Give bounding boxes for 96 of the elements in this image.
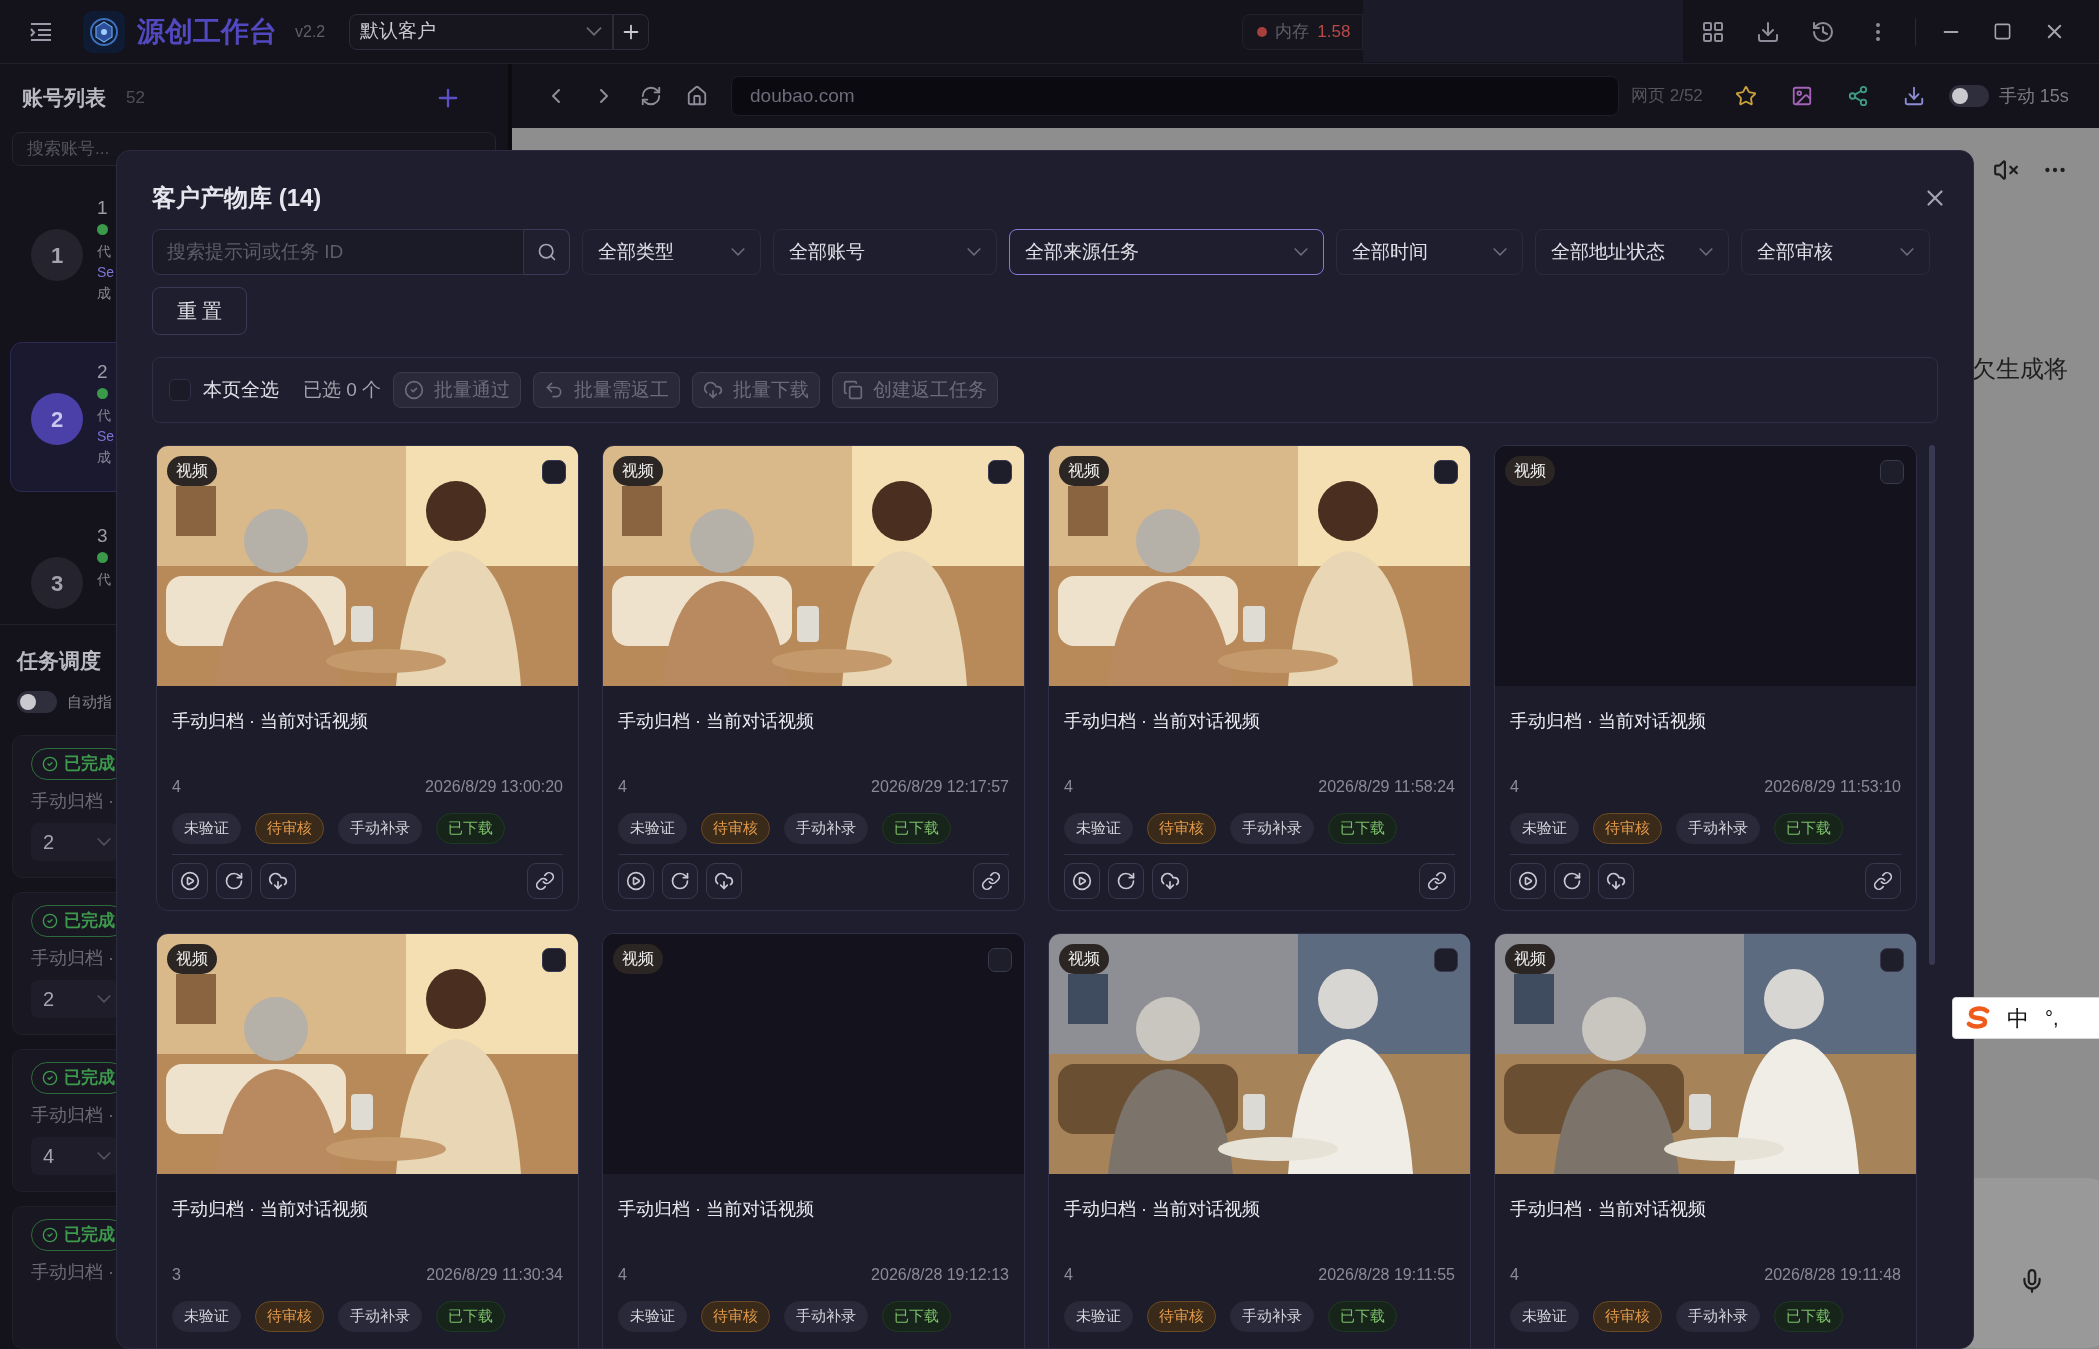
task-name: 手动归档 · xyxy=(31,1104,114,1127)
timestamp: 2026/8/29 13:00:20 xyxy=(425,777,563,797)
timestamp: 2026/8/29 12:17:57 xyxy=(871,777,1009,797)
status-badge: 手动补录 xyxy=(1676,813,1760,844)
card-title: 手动归档 · 当前对话视频 xyxy=(1510,710,1707,733)
count-label: 4 xyxy=(618,1265,627,1285)
timestamp: 2026/8/29 11:53:10 xyxy=(1764,777,1901,797)
type-tag: 视频 xyxy=(1059,456,1109,486)
account-detail: 代 xyxy=(97,570,111,589)
account-avatar: 1 xyxy=(31,229,83,281)
version-label: v2.2 xyxy=(295,21,326,42)
count-label: 3 xyxy=(172,1265,181,1285)
type-tag: 视频 xyxy=(613,456,663,486)
section-title: 任务调度 xyxy=(17,649,101,672)
status-badge: 已下载 xyxy=(1328,813,1397,844)
account-avatar: 2 xyxy=(31,393,83,445)
memory-indicator: 内存 1.58 xyxy=(1242,13,1364,50)
status-badge: 未验证 xyxy=(1064,813,1133,844)
status-badge: 待审核 xyxy=(1147,1301,1216,1332)
status-badge: 已下载 xyxy=(882,813,951,844)
status-badge: 已下载 xyxy=(1328,1301,1397,1332)
type-tag: 视频 xyxy=(167,456,217,486)
app-title: 源创工作台 xyxy=(137,14,277,49)
count-label: 4 xyxy=(1510,777,1519,797)
account-detail: Se xyxy=(97,263,115,282)
status-badge: 手动补录 xyxy=(1676,1301,1760,1332)
status-badge: 未验证 xyxy=(1510,813,1579,844)
account-detail: 代 xyxy=(97,242,112,261)
account-detail: 成 xyxy=(97,284,112,303)
count-label: 4 xyxy=(1064,777,1073,797)
account-name: 1 xyxy=(97,197,109,218)
timestamp: 2026/8/28 19:11:48 xyxy=(1764,1265,1901,1285)
status-badge: 待审核 xyxy=(1147,813,1216,844)
ime-mode: 中 xyxy=(2007,1004,2029,1033)
type-tag: 视频 xyxy=(1505,944,1555,974)
card-title: 手动归档 · 当前对话视频 xyxy=(618,710,815,733)
account-avatar: 3 xyxy=(31,557,83,609)
status-badge: 未验证 xyxy=(618,813,687,844)
page-text: 欠生成将 xyxy=(1972,354,2068,384)
status-badge: 已下载 xyxy=(436,813,505,844)
card-title: 手动归档 · 当前对话视频 xyxy=(172,710,369,733)
page-counter: 网页 2/52 xyxy=(1631,85,1703,108)
timestamp: 2026/8/28 19:11:55 xyxy=(1318,1265,1455,1285)
task-name: 手动归档 · xyxy=(31,1261,114,1284)
select-all-label: 本页全选 xyxy=(203,377,279,402)
card-title: 手动归档 · 当前对话视频 xyxy=(172,1198,369,1221)
sidebar-title: 账号列表 xyxy=(22,85,106,112)
count-label: 4 xyxy=(618,777,627,797)
account-name: 3 xyxy=(97,525,109,546)
selected-count: 已选 0 个 xyxy=(303,377,382,402)
card-title: 手动归档 · 当前对话视频 xyxy=(1064,1198,1261,1221)
type-tag: 视频 xyxy=(1505,456,1555,486)
status-badge: 未验证 xyxy=(1064,1301,1133,1332)
status-badge: 待审核 xyxy=(255,813,324,844)
toggle-label: 自动指 xyxy=(67,691,112,712)
status-badge: 未验证 xyxy=(1510,1301,1579,1332)
status-badge: 已下载 xyxy=(1774,1301,1843,1332)
card-title: 手动归档 · 当前对话视频 xyxy=(1064,710,1261,733)
type-tag: 视频 xyxy=(613,944,663,974)
status-badge: 待审核 xyxy=(1593,813,1662,844)
timestamp: 2026/8/28 19:12:13 xyxy=(871,1265,1009,1285)
status-badge: 已下载 xyxy=(1774,813,1843,844)
account-detail: 成 xyxy=(97,448,112,467)
status-badge: 手动补录 xyxy=(338,813,422,844)
status-badge: 手动补录 xyxy=(784,1301,868,1332)
timestamp: 2026/8/29 11:30:34 xyxy=(426,1265,563,1285)
count-label: 4 xyxy=(172,777,181,797)
account-count: 52 xyxy=(126,87,145,110)
status-badge: 已下载 xyxy=(436,1301,505,1332)
modal-title: 客户产物库 (14) xyxy=(152,183,322,213)
task-name: 手动归档 · xyxy=(31,790,114,813)
status-badge: 待审核 xyxy=(255,1301,324,1332)
status-badge: 未验证 xyxy=(172,1301,241,1332)
account-name: 2 xyxy=(97,361,109,382)
task-name: 手动归档 · xyxy=(31,947,114,970)
status-badge: 已下载 xyxy=(882,1301,951,1332)
status-badge: 待审核 xyxy=(701,813,770,844)
count-label: 4 xyxy=(1064,1265,1073,1285)
status-badge: 未验证 xyxy=(172,813,241,844)
card-title: 手动归档 · 当前对话视频 xyxy=(618,1198,815,1221)
status-badge: 手动补录 xyxy=(1230,1301,1314,1332)
status-badge: 待审核 xyxy=(1593,1301,1662,1332)
status-badge: 未验证 xyxy=(618,1301,687,1332)
status-badge: 手动补录 xyxy=(338,1301,422,1332)
status-badge: 待审核 xyxy=(701,1301,770,1332)
count-label: 4 xyxy=(1510,1265,1519,1285)
card-title: 手动归档 · 当前对话视频 xyxy=(1510,1198,1707,1221)
timestamp: 2026/8/29 11:58:24 xyxy=(1318,777,1455,797)
toggle-label: 手动 15s xyxy=(1998,84,2069,108)
status-badge: 手动补录 xyxy=(784,813,868,844)
account-detail: Se xyxy=(97,427,115,446)
account-detail: 代 xyxy=(97,406,112,425)
type-tag: 视频 xyxy=(1059,944,1109,974)
status-badge: 手动补录 xyxy=(1230,813,1314,844)
type-tag: 视频 xyxy=(167,944,217,974)
ime-punctuation: °, xyxy=(2045,1006,2059,1031)
